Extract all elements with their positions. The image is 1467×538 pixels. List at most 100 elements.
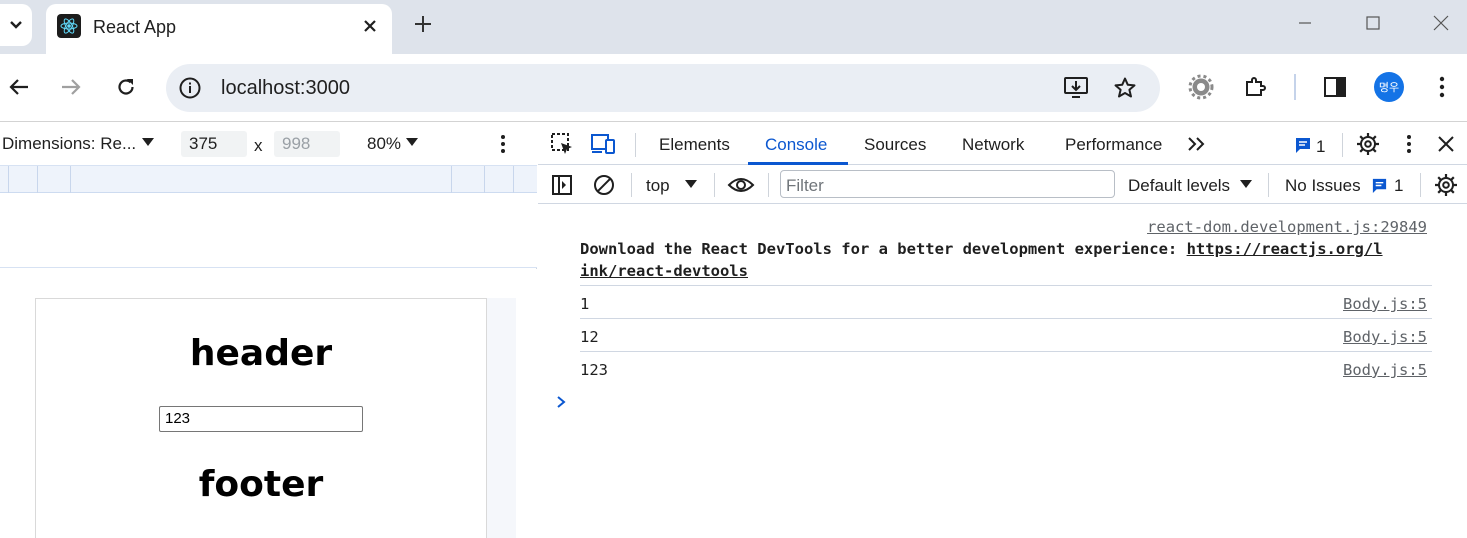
close-tab-button[interactable]: [356, 12, 384, 40]
filter-input[interactable]: Filter: [780, 170, 1115, 198]
console-toolbar: top Filter Default levels No Issues 1: [538, 166, 1467, 204]
puzzle-icon: [1246, 77, 1266, 96]
toolbar-separator: [635, 133, 636, 157]
address-bar[interactable]: localhost:3000: [166, 64, 1160, 112]
row-separator: [580, 351, 1432, 352]
plus-icon: [415, 16, 431, 32]
side-panel-button[interactable]: [1318, 70, 1352, 104]
more-vertical-icon[interactable]: [496, 133, 510, 155]
messages-count: 1: [1316, 137, 1326, 156]
bookmark-button[interactable]: [1111, 74, 1139, 102]
block-icon: [594, 175, 614, 195]
reload-icon: [118, 79, 134, 95]
eye-icon: [727, 178, 755, 192]
devtools-settings-button[interactable]: [1355, 131, 1381, 157]
active-tab-indicator: [748, 162, 848, 165]
dimensions-select[interactable]: Dimensions: Re...: [2, 134, 136, 154]
device-icon: [591, 134, 615, 154]
context-selector[interactable]: top: [646, 176, 670, 196]
caret-down-icon[interactable]: [1240, 180, 1252, 189]
site-info-icon[interactable]: [178, 76, 202, 100]
zoom-select[interactable]: 80%: [367, 134, 401, 154]
log-source-link[interactable]: Body.js:5: [1343, 328, 1427, 346]
close-icon: [1438, 136, 1454, 152]
toolbar-separator: [1268, 173, 1269, 197]
tab-performance[interactable]: Performance: [1065, 135, 1162, 155]
profile-avatar[interactable]: 명우: [1374, 72, 1404, 102]
caret-down-icon[interactable]: [406, 138, 418, 147]
back-button[interactable]: [2, 70, 36, 104]
media-query-ruler[interactable]: [0, 165, 537, 193]
device-width-input[interactable]: 375: [181, 131, 247, 157]
ruler-mark: [484, 166, 485, 193]
console-settings-button[interactable]: [1433, 172, 1459, 198]
chevron-double-right-icon: [1188, 137, 1205, 151]
new-tab-button[interactable]: [408, 9, 438, 39]
console-prompt-icon[interactable]: [554, 393, 568, 411]
tab-console[interactable]: Console: [765, 135, 827, 155]
install-app-button[interactable]: [1062, 74, 1090, 102]
install-icon: [1064, 77, 1088, 98]
chevron-down-icon: [10, 21, 22, 29]
maximize-button[interactable]: [1350, 8, 1396, 38]
console-message: Download the React DevTools for a better…: [580, 238, 1432, 282]
device-resize-handle[interactable]: [486, 298, 516, 538]
issues-label[interactable]: No Issues: [1285, 176, 1361, 196]
messages-badge[interactable]: [1290, 132, 1316, 158]
devtools-link-continued[interactable]: ink/react-devtools: [580, 262, 748, 280]
extension-gear-button[interactable]: [1184, 70, 1218, 104]
app-header: header: [189, 333, 333, 374]
browser-menu-button[interactable]: [1425, 70, 1459, 104]
log-source-link[interactable]: Body.js:5: [1343, 361, 1427, 379]
row-separator: [580, 318, 1432, 319]
close-window-button[interactable]: [1418, 8, 1464, 38]
devtools-menu-button[interactable]: [1396, 131, 1422, 157]
ruler-mark: [70, 166, 71, 193]
arrow-left-icon: [9, 79, 28, 95]
reload-button[interactable]: [109, 70, 143, 104]
message-icon: [1296, 138, 1310, 153]
log-source-link[interactable]: Body.js:5: [1343, 295, 1427, 313]
row-separator: [580, 285, 1432, 286]
forward-button[interactable]: [54, 70, 88, 104]
react-logo-icon: [57, 14, 81, 38]
toolbar-separator: [714, 173, 715, 197]
browser-tab[interactable]: React App: [46, 4, 392, 54]
device-emulation-pane: Dimensions: Re... 375 x 998 80% header 1…: [0, 123, 537, 538]
ruler-mark: [451, 166, 452, 193]
inspect-element-button[interactable]: [549, 131, 575, 157]
extensions-button[interactable]: [1238, 70, 1272, 104]
gear-icon: [1435, 174, 1457, 196]
dimension-times: x: [254, 136, 263, 155]
toolbar-separator: [1294, 74, 1296, 100]
address-url[interactable]: localhost:3000: [221, 77, 350, 100]
tab-elements[interactable]: Elements: [659, 135, 730, 155]
devtools-panel: Elements Console Sources Network Perform…: [538, 123, 1467, 538]
close-devtools-button[interactable]: [1433, 131, 1459, 157]
tab-network[interactable]: Network: [962, 135, 1024, 155]
message-source-link[interactable]: react-dom.development.js:29849: [1147, 218, 1427, 236]
app-footer: footer: [198, 464, 324, 505]
devtools-link[interactable]: https://reactjs.org/l: [1187, 240, 1383, 258]
star-icon: [1114, 77, 1136, 98]
tab-strip: React App: [0, 0, 1467, 54]
console-output: react-dom.development.js:29849 Download …: [538, 205, 1467, 538]
device-height-input[interactable]: 998: [274, 131, 340, 157]
clear-console-button[interactable]: [591, 172, 617, 198]
more-tabs-button[interactable]: [1184, 131, 1210, 157]
tab-sources[interactable]: Sources: [864, 135, 926, 155]
more-vertical-icon: [1407, 135, 1411, 153]
ruler-mark: [8, 166, 9, 193]
show-sidebar-button[interactable]: [549, 172, 575, 198]
device-toolbar-toggle[interactable]: [590, 131, 616, 157]
tab-title: React App: [93, 17, 177, 37]
app-text-input[interactable]: 123: [159, 406, 363, 432]
caret-down-icon[interactable]: [142, 138, 154, 147]
tab-search-button[interactable]: [0, 4, 32, 46]
minimize-button[interactable]: [1282, 8, 1328, 38]
close-icon: [364, 20, 376, 32]
live-expression-button[interactable]: [726, 172, 756, 198]
minimize-icon: [1299, 22, 1311, 24]
caret-down-icon[interactable]: [685, 180, 697, 189]
log-levels-select[interactable]: Default levels: [1128, 176, 1230, 196]
